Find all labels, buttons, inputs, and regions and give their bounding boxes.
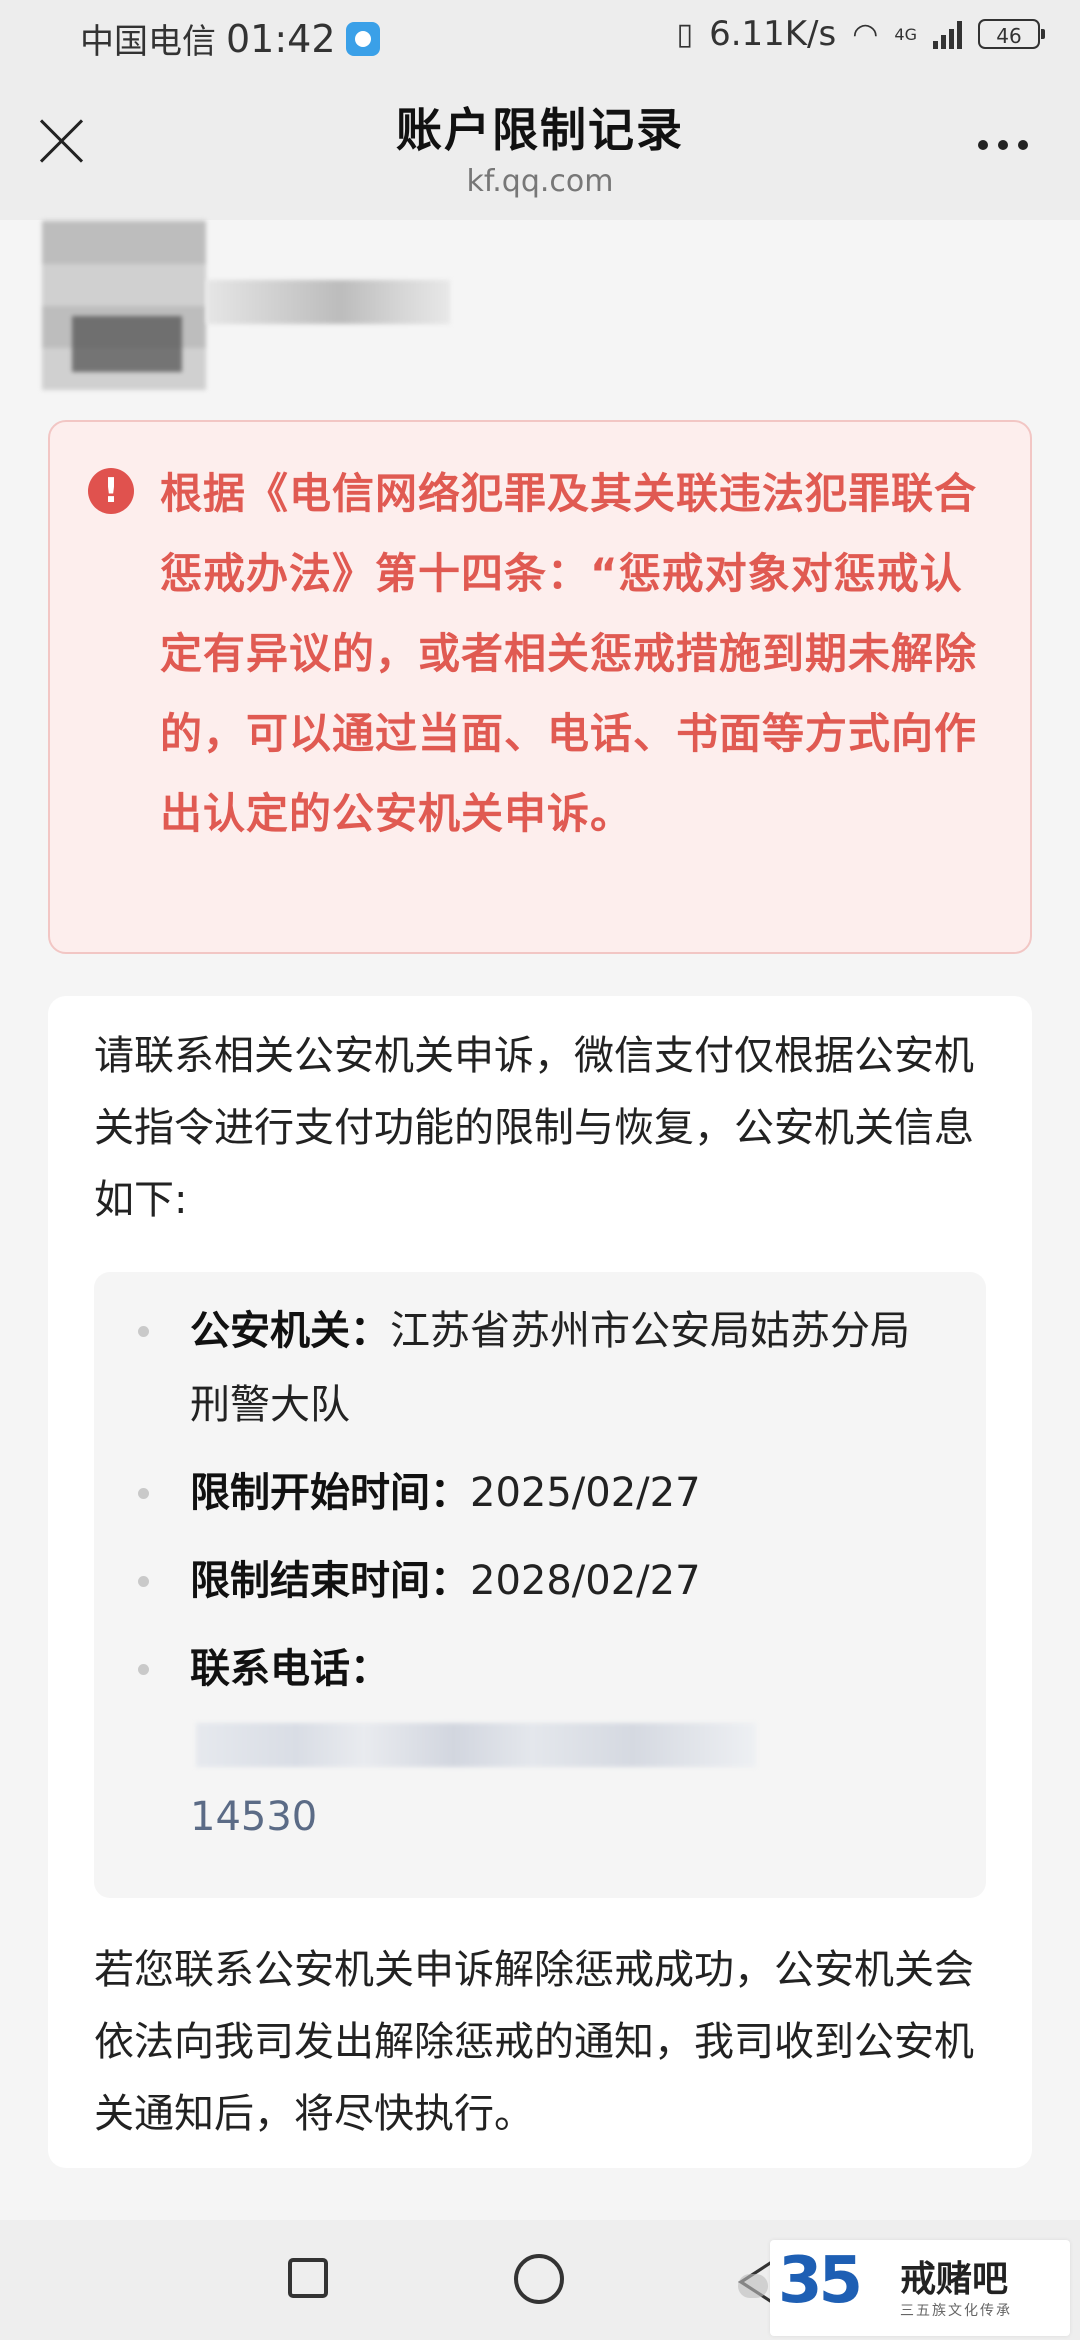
- watermark-name: 戒赌吧: [900, 2259, 1009, 2300]
- detail-label: 公安机关：: [190, 1308, 390, 1354]
- detail-phone: 联系电话： 14530: [134, 1632, 946, 1854]
- intro-text: 请联系相关公安机关申诉，微信支付仅根据公安机关指令进行支付功能的限制与恢复，公安…: [94, 1033, 974, 1223]
- redacted-name: [206, 280, 450, 324]
- signal-icon: [933, 19, 962, 49]
- detail-police-office: 公安机关：江苏省苏州市公安局姑苏分局刑警大队: [134, 1294, 946, 1442]
- battery-icon: 46: [978, 19, 1045, 49]
- message-app-icon: [345, 21, 380, 56]
- outro-text: 若您联系公安机关申诉解除惩戒成功，公安机关会依法向我司发出解除惩戒的通知，我司收…: [94, 1947, 974, 2137]
- phone-number-link[interactable]: 14530: [190, 1794, 317, 1840]
- bullet-icon: [138, 1576, 149, 1587]
- detail-end-time: 限制结束时间：2028/02/27: [134, 1544, 946, 1618]
- warning-text: 根据《电信网络犯罪及其关联违法犯罪联合惩戒办法》第十四条：“惩戒对象对惩戒认定有…: [160, 469, 978, 838]
- top-nav: 账户限制记录 kf.qq.com: [0, 72, 1080, 220]
- detail-value: 2025/02/27: [470, 1470, 701, 1516]
- detail-label: 限制结束时间：: [190, 1558, 470, 1604]
- police-details: 公安机关：江苏省苏州市公安局姑苏分局刑警大队 限制开始时间：2025/02/27…: [94, 1272, 986, 1898]
- vibrate-icon: ▯: [676, 16, 694, 52]
- watermark-subtitle: 三五族文化传承: [900, 2303, 1012, 2319]
- avatar: [42, 220, 206, 390]
- detail-start-time: 限制开始时间：2025/02/27: [134, 1456, 946, 1530]
- status-right: ▯ 6.11K/s ◠ 4G 46: [676, 14, 1045, 54]
- watermark-logo: 35: [778, 2244, 863, 2318]
- status-bar: 中国电信 01:42 ▯ 6.11K/s ◠ 4G 46: [0, 0, 1080, 72]
- alert-icon: !: [88, 468, 134, 514]
- wifi-icon: ◠: [852, 16, 879, 52]
- content-area: ! 根据《电信网络犯罪及其关联违法犯罪联合惩戒办法》第十四条：“惩戒对象对惩戒认…: [0, 220, 1080, 2220]
- carrier-label: 中国电信: [80, 22, 216, 62]
- bullet-icon: [138, 1326, 149, 1337]
- detail-value: 2028/02/27: [470, 1558, 701, 1604]
- home-icon[interactable]: [514, 2254, 564, 2304]
- recent-apps-icon[interactable]: [288, 2258, 328, 2298]
- wechat-watermark-icon: [738, 2274, 768, 2298]
- more-icon[interactable]: [978, 140, 1028, 150]
- police-info-card: 请联系相关公安机关申诉，微信支付仅根据公安机关指令进行支付功能的限制与恢复，公安…: [48, 996, 1032, 2168]
- bullet-icon: [138, 1664, 149, 1675]
- page-domain: kf.qq.com: [466, 164, 614, 199]
- watermark: 35 戒赌吧 三五族文化传承: [770, 2240, 1070, 2336]
- net-speed: 6.11K/s: [709, 14, 837, 54]
- redacted-phone: [196, 1723, 756, 1767]
- detail-label: 联系电话：: [190, 1646, 390, 1692]
- bullet-icon: [138, 1488, 149, 1499]
- page-title: 账户限制记录: [396, 103, 684, 157]
- detail-label: 限制开始时间：: [190, 1470, 470, 1516]
- status-left: 中国电信 01:42: [80, 14, 380, 63]
- clock: 01:42: [226, 16, 336, 61]
- warning-notice: ! 根据《电信网络犯罪及其关联违法犯罪联合惩戒办法》第十四条：“惩戒对象对惩戒认…: [48, 420, 1032, 954]
- network-type: 4G: [894, 24, 917, 44]
